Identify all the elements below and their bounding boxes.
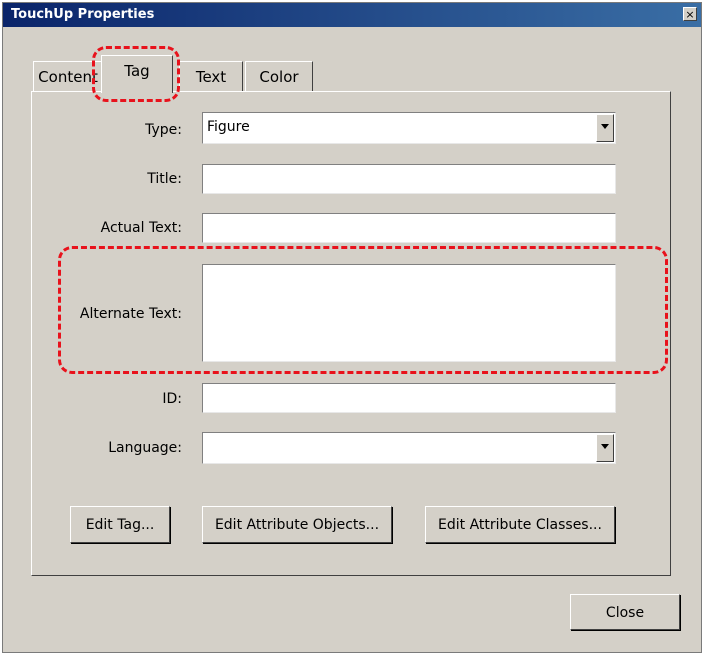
tab-text[interactable]: Text bbox=[179, 61, 243, 92]
chevron-down-icon[interactable] bbox=[596, 434, 614, 462]
edit-attribute-objects-button[interactable]: Edit Attribute Objects... bbox=[202, 506, 392, 543]
alternate-text-label: Alternate Text: bbox=[79, 306, 182, 322]
type-dropdown[interactable]: Figure bbox=[202, 112, 616, 144]
close-button[interactable]: Close bbox=[570, 594, 680, 630]
tag-panel: Type: Figure Title: Actual Text: Alterna… bbox=[31, 91, 671, 576]
window-title: TouchUp Properties bbox=[11, 7, 155, 22]
id-label: ID: bbox=[162, 391, 182, 407]
edit-attribute-classes-button[interactable]: Edit Attribute Classes... bbox=[425, 506, 615, 543]
alternate-text-area[interactable] bbox=[202, 264, 616, 362]
tab-color-label: Color bbox=[259, 68, 299, 86]
touchup-properties-dialog: TouchUp Properties × Content Tag Text Co… bbox=[2, 2, 702, 653]
title-label: Title: bbox=[147, 171, 182, 187]
title-bar[interactable]: TouchUp Properties × bbox=[3, 3, 701, 27]
language-label: Language: bbox=[108, 440, 182, 456]
title-field[interactable] bbox=[202, 164, 616, 194]
tab-tag-label: Tag bbox=[124, 62, 150, 80]
id-field[interactable] bbox=[202, 383, 616, 413]
chevron-down-icon[interactable] bbox=[596, 114, 614, 142]
edit-tag-button[interactable]: Edit Tag... bbox=[70, 506, 170, 543]
tab-content-label: Content bbox=[38, 68, 98, 86]
tab-tag[interactable]: Tag bbox=[101, 55, 173, 93]
tab-text-label: Text bbox=[195, 68, 227, 86]
tab-content[interactable]: Content bbox=[33, 61, 103, 92]
actual-text-field[interactable] bbox=[202, 213, 616, 243]
tab-color[interactable]: Color bbox=[245, 61, 313, 92]
language-dropdown[interactable] bbox=[202, 432, 616, 464]
type-value: Figure bbox=[207, 119, 250, 135]
type-label: Type: bbox=[145, 122, 182, 138]
actual-text-label: Actual Text: bbox=[100, 220, 182, 236]
close-icon[interactable]: × bbox=[683, 7, 697, 21]
